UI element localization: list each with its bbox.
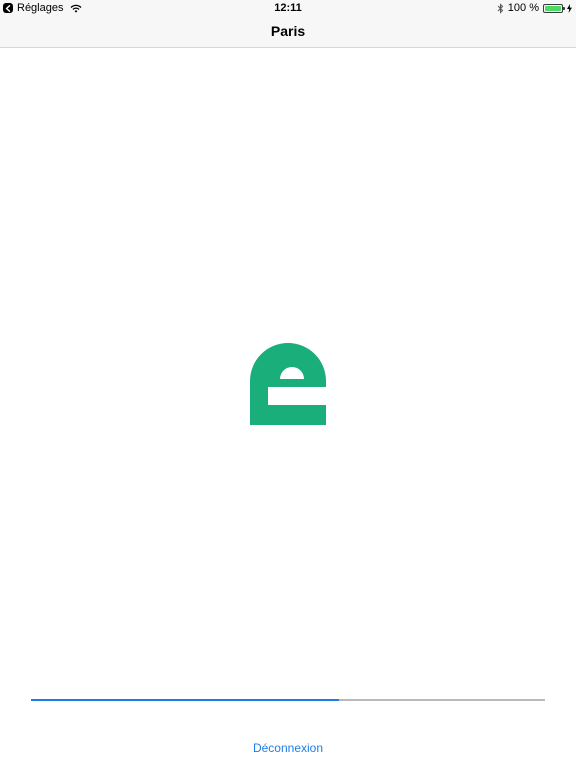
battery-level [545, 5, 561, 11]
app-logo-icon [250, 343, 326, 425]
back-app-label: Réglages [17, 2, 64, 14]
back-to-app-link[interactable]: Réglages [3, 1, 82, 15]
battery-icon [543, 3, 565, 13]
status-right-group: 100 % [497, 1, 572, 15]
loading-progress-fill [31, 699, 340, 701]
back-chevron-icon [3, 3, 13, 13]
app-screen: Réglages 12:11 100 % Paris Déconnexion [0, 0, 576, 768]
charging-bolt-icon [567, 3, 572, 13]
loading-progress-bar [31, 699, 545, 701]
status-bar: Réglages 12:11 100 % [0, 0, 576, 16]
page-title: Paris [270, 23, 306, 39]
logout-button[interactable]: Déconnexion [0, 741, 576, 755]
status-time: 12:11 [274, 2, 302, 14]
bluetooth-icon [497, 2, 504, 14]
battery-percent: 100 % [507, 2, 539, 14]
navigation-bar: Paris [0, 16, 576, 48]
wifi-icon [70, 4, 82, 13]
